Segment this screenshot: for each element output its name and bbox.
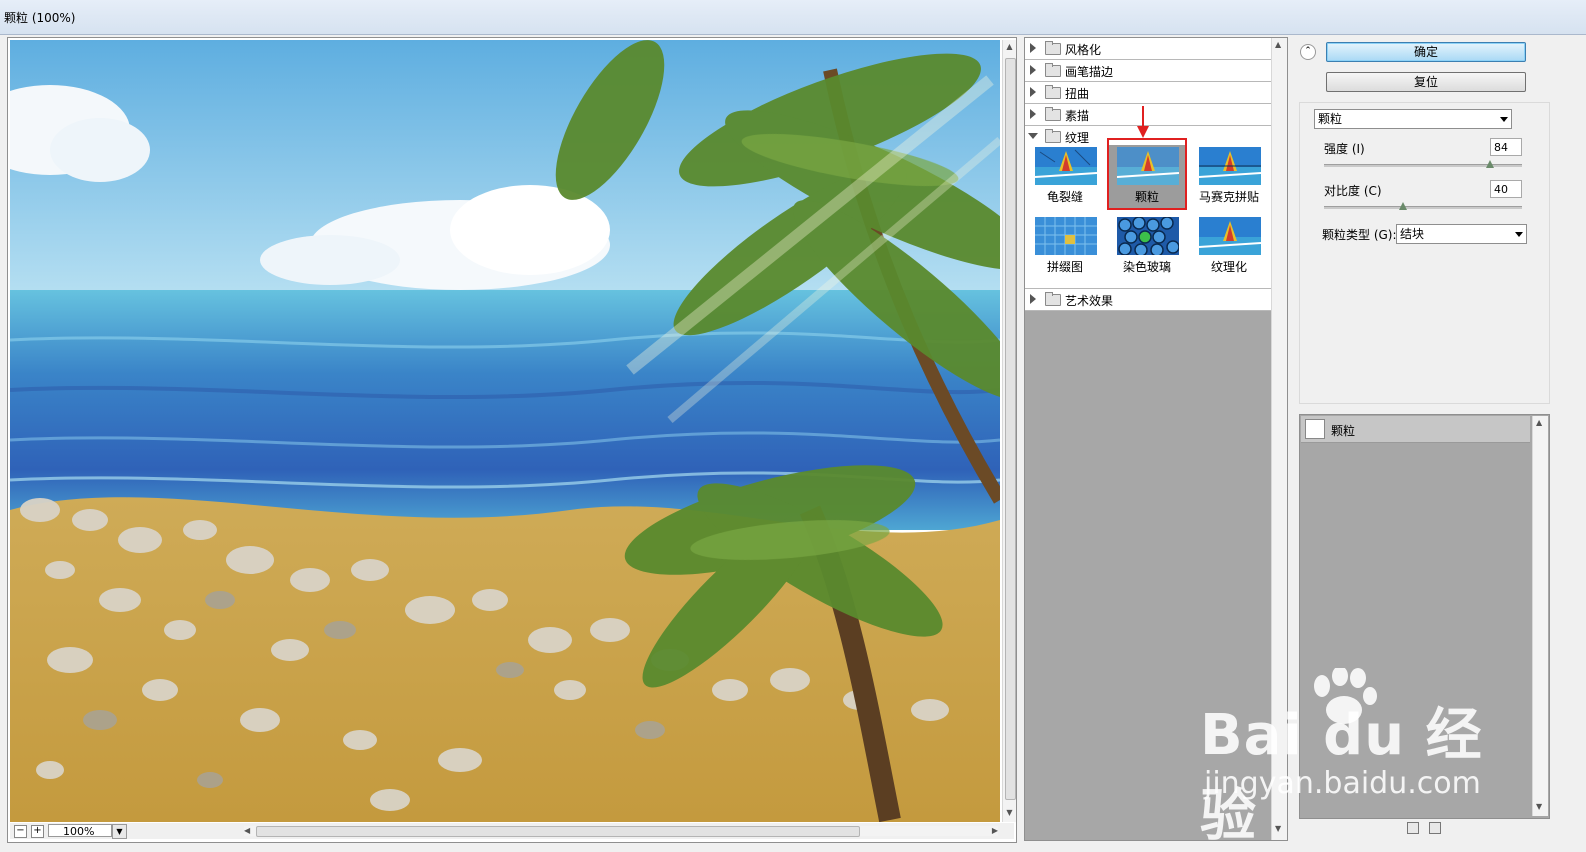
beach-illustration <box>10 40 1000 822</box>
filter-category-list: 风格化 画笔描边 扭曲 素描 纹理 龟裂缝 颗粒 马赛克拼贴 拼缀图 染色玻璃 … <box>1025 38 1271 311</box>
filter-label: 拼缀图 <box>1046 260 1083 274</box>
filter-thumb-stained-glass[interactable]: 染色玻璃 <box>1107 215 1185 279</box>
folder-icon <box>1045 129 1061 143</box>
vertical-scroll-thumb[interactable] <box>1005 58 1016 800</box>
effect-layers-scrollbar[interactable]: ▲ ▼ <box>1532 416 1548 816</box>
arrow-pointer-icon <box>1137 106 1149 138</box>
scroll-up-arrow-icon[interactable]: ▲ <box>1005 42 1014 52</box>
intensity-value-field[interactable]: 84 <box>1490 138 1522 156</box>
category-label: 画笔描边 <box>1065 65 1114 79</box>
effect-layer-name: 颗粒 <box>1331 424 1356 438</box>
contrast-slider[interactable] <box>1324 202 1522 210</box>
thumbnail-image <box>1035 147 1097 185</box>
filter-thumb-texturizer[interactable]: 纹理化 <box>1189 215 1267 279</box>
folder-icon <box>1045 41 1061 55</box>
filter-label: 马赛克拼贴 <box>1198 190 1259 204</box>
scroll-right-arrow-icon[interactable]: ▶ <box>992 826 998 835</box>
category-label: 纹理 <box>1065 131 1090 145</box>
zoom-bar: − + 100% ▼ ◀ ▶ <box>10 823 1014 839</box>
baidu-jingyan-watermark: Bai du 经验 jingyan.baidu.com <box>1200 668 1490 849</box>
scroll-up-arrow-icon[interactable]: ▲ <box>1536 418 1542 427</box>
grain-type-select[interactable]: 结块 <box>1396 224 1527 244</box>
category-label: 素描 <box>1065 109 1090 123</box>
category-stylize[interactable]: 风格化 <box>1025 38 1271 60</box>
preview-horizontal-scrollbar[interactable]: ◀ ▶ <box>244 826 998 837</box>
contrast-value-field[interactable]: 40 <box>1490 180 1522 198</box>
horizontal-scroll-thumb[interactable] <box>256 826 860 837</box>
expand-arrow-icon[interactable] <box>1030 109 1036 119</box>
window-title: 颗粒 (100%) <box>4 11 76 25</box>
filter-thumb-patchwork[interactable]: 拼缀图 <box>1025 215 1103 279</box>
collapse-arrow-icon[interactable] <box>1028 133 1038 139</box>
reset-button[interactable]: 复位 <box>1326 72 1526 92</box>
expand-arrow-icon[interactable] <box>1030 43 1036 53</box>
zoom-level-field[interactable]: 100% <box>48 824 112 838</box>
thumbnail-image <box>1035 217 1097 255</box>
thumbnail-image <box>1199 147 1261 185</box>
filter-settings-panel: 颗粒 强度 (I) 84 对比度 (C) 40 颗粒类型 (G): 结块 <box>1299 102 1550 404</box>
category-artistic[interactable]: 艺术效果 <box>1025 288 1271 311</box>
expand-arrow-icon[interactable] <box>1030 65 1036 75</box>
folder-icon <box>1045 292 1061 306</box>
filter-type-select[interactable]: 颗粒 <box>1314 109 1512 129</box>
scroll-left-arrow-icon[interactable]: ◀ <box>244 826 250 835</box>
watermark-url: jingyan.baidu.com <box>1204 766 1481 801</box>
preview-frame: ▲ ▼ − + 100% ▼ ◀ ▶ <box>7 37 1017 843</box>
selected-filter: 颗粒 <box>1318 112 1343 126</box>
category-label: 风格化 <box>1065 43 1102 57</box>
thumbnail-image <box>1199 217 1261 255</box>
intensity-slider-knob[interactable] <box>1486 160 1495 168</box>
preview-image[interactable] <box>10 40 1000 822</box>
intensity-label: 强度 (I) <box>1324 142 1365 156</box>
selection-highlight <box>1107 138 1187 210</box>
folder-icon <box>1045 85 1061 99</box>
grain-type-label: 颗粒类型 (G): <box>1322 228 1397 242</box>
dropdown-arrow-icon <box>1500 117 1508 122</box>
filter-thumb-craquelure[interactable]: 龟裂缝 <box>1025 145 1103 209</box>
visibility-toggle-icon[interactable] <box>1305 419 1325 439</box>
collapse-gallery-button[interactable]: ⌃ <box>1300 44 1316 60</box>
dropdown-arrow-icon <box>1515 232 1523 237</box>
category-distort[interactable]: 扭曲 <box>1025 82 1271 104</box>
title-bar: 颗粒 (100%) <box>0 0 1586 35</box>
expand-arrow-icon[interactable] <box>1030 294 1036 304</box>
intensity-slider[interactable] <box>1324 160 1522 168</box>
zoom-dropdown-icon[interactable]: ▼ <box>112 824 127 839</box>
zoom-in-button[interactable]: + <box>31 825 44 838</box>
filter-label: 纹理化 <box>1210 260 1247 274</box>
filter-thumb-mosaic-tiles[interactable]: 马赛克拼贴 <box>1189 145 1267 209</box>
folder-icon <box>1045 107 1061 121</box>
scroll-down-arrow-icon[interactable]: ▼ <box>1005 808 1014 818</box>
selected-grain-type: 结块 <box>1400 227 1425 241</box>
ok-button[interactable]: 确定 <box>1326 42 1526 62</box>
scroll-up-arrow-icon[interactable]: ▲ <box>1275 40 1281 49</box>
filter-label: 龟裂缝 <box>1046 190 1083 204</box>
category-label: 扭曲 <box>1065 87 1090 101</box>
expand-arrow-icon[interactable] <box>1030 87 1036 97</box>
preview-vertical-scrollbar[interactable]: ▲ ▼ <box>1002 40 1016 822</box>
contrast-label: 对比度 (C) <box>1324 184 1382 198</box>
thumbnail-image <box>1117 217 1179 255</box>
category-brush-strokes[interactable]: 画笔描边 <box>1025 60 1271 82</box>
effect-layer-row[interactable]: 颗粒 <box>1301 416 1530 443</box>
contrast-slider-knob[interactable] <box>1399 202 1408 210</box>
category-label: 艺术效果 <box>1065 294 1114 308</box>
filter-label: 染色玻璃 <box>1122 260 1171 274</box>
zoom-out-button[interactable]: − <box>14 825 27 838</box>
folder-icon <box>1045 63 1061 77</box>
scroll-down-arrow-icon[interactable]: ▼ <box>1536 802 1542 811</box>
